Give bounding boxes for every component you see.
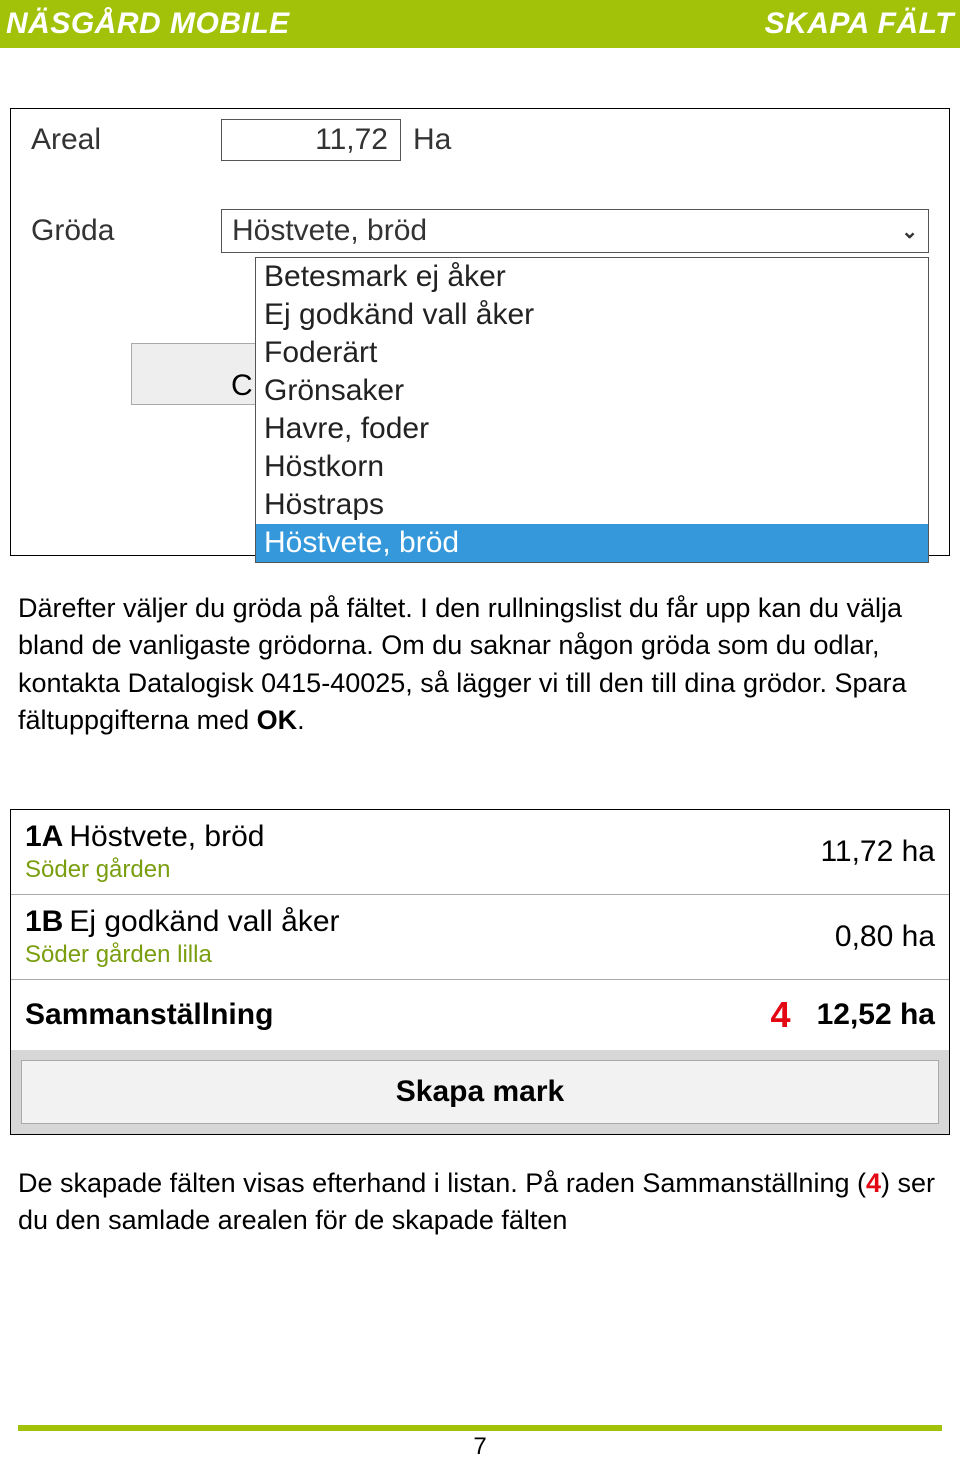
chevron-down-icon: ⌄ bbox=[901, 219, 918, 244]
field-code: 1A bbox=[25, 820, 63, 853]
dropdown-option[interactable]: Grönsaker bbox=[256, 372, 928, 410]
summary-callout-number: 4 bbox=[771, 994, 791, 1036]
groda-select[interactable]: Höstvete, bröd ⌄ bbox=[221, 209, 929, 253]
screenshot-list: 1AHöstvete, bröd Söder gården11,72 ha 1BEj… bbox=[10, 809, 950, 1135]
field-area: 11,72 ha bbox=[820, 835, 935, 869]
summary-row: Sammanställning 4 12,52 ha bbox=[11, 980, 949, 1050]
field-area: 0,80 ha bbox=[835, 920, 935, 954]
create-field-button[interactable]: Skapa mark bbox=[21, 1060, 939, 1124]
areal-input[interactable]: 11,72 bbox=[221, 119, 401, 161]
areal-row: Areal 11,72 Ha bbox=[11, 109, 949, 171]
dropdown-option[interactable]: Höstvete, bröd bbox=[256, 524, 928, 562]
dropdown-option[interactable]: Ej godkänd vall åker bbox=[256, 296, 928, 334]
groda-row: Gröda Höstvete, bröd ⌄ bbox=[11, 199, 949, 263]
create-bar: Skapa mark bbox=[11, 1050, 949, 1134]
field-subname: Söder gården lilla bbox=[25, 941, 835, 969]
page-number: 7 bbox=[0, 1433, 960, 1461]
dropdown-option[interactable]: Havre, foder bbox=[256, 410, 928, 448]
paragraph-1: Därefter väljer du gröda på fältet. I de… bbox=[18, 590, 942, 739]
field-crop: Ej godkänd vall åker bbox=[69, 905, 339, 938]
dropdown-option[interactable]: Foderärt bbox=[256, 334, 928, 372]
summary-label: Sammanställning bbox=[25, 998, 273, 1032]
field-list-row[interactable]: 1AHöstvete, bröd Söder gården11,72 ha bbox=[11, 810, 949, 895]
para1-text1: Därefter väljer du gröda på fältet. I de… bbox=[18, 593, 907, 735]
screenshot-form: Areal 11,72 Ha Gröda Höstvete, bröd ⌄ C … bbox=[10, 108, 950, 556]
areal-unit: Ha bbox=[413, 123, 451, 157]
field-list-row[interactable]: 1BEj godkänd vall åker Söder gården lilla… bbox=[11, 895, 949, 980]
footer-divider bbox=[18, 1425, 942, 1431]
header-title-right: SKAPA FÄLT bbox=[765, 7, 954, 41]
field-crop: Höstvete, bröd bbox=[69, 820, 264, 853]
dropdown-option[interactable]: Betesmark ej åker bbox=[256, 258, 928, 296]
page-header: NÄSGÅRD MOBILE SKAPA FÄLT bbox=[0, 0, 960, 48]
summary-area: 12,52 ha bbox=[817, 998, 935, 1032]
field-code: 1B bbox=[25, 905, 63, 938]
obscured-letter: C bbox=[231, 369, 253, 403]
groda-dropdown[interactable]: Betesmark ej åkerEj godkänd vall åkerFod… bbox=[255, 257, 929, 563]
para1-text3: . bbox=[297, 705, 305, 735]
paragraph-2: De skapade fälten visas efterhand i list… bbox=[18, 1165, 942, 1240]
dropdown-option[interactable]: Höstkorn bbox=[256, 448, 928, 486]
field-subname: Söder gården bbox=[25, 856, 820, 884]
groda-label: Gröda bbox=[31, 214, 221, 248]
para1-ok: OK bbox=[257, 705, 298, 735]
para2-text1: De skapade fälten visas efterhand i list… bbox=[18, 1168, 866, 1198]
dropdown-option[interactable]: Höstraps bbox=[256, 486, 928, 524]
header-title-left: NÄSGÅRD MOBILE bbox=[6, 7, 290, 41]
groda-selected-value: Höstvete, bröd bbox=[232, 214, 427, 248]
para2-red-number: 4 bbox=[866, 1168, 881, 1198]
areal-label: Areal bbox=[31, 123, 221, 157]
